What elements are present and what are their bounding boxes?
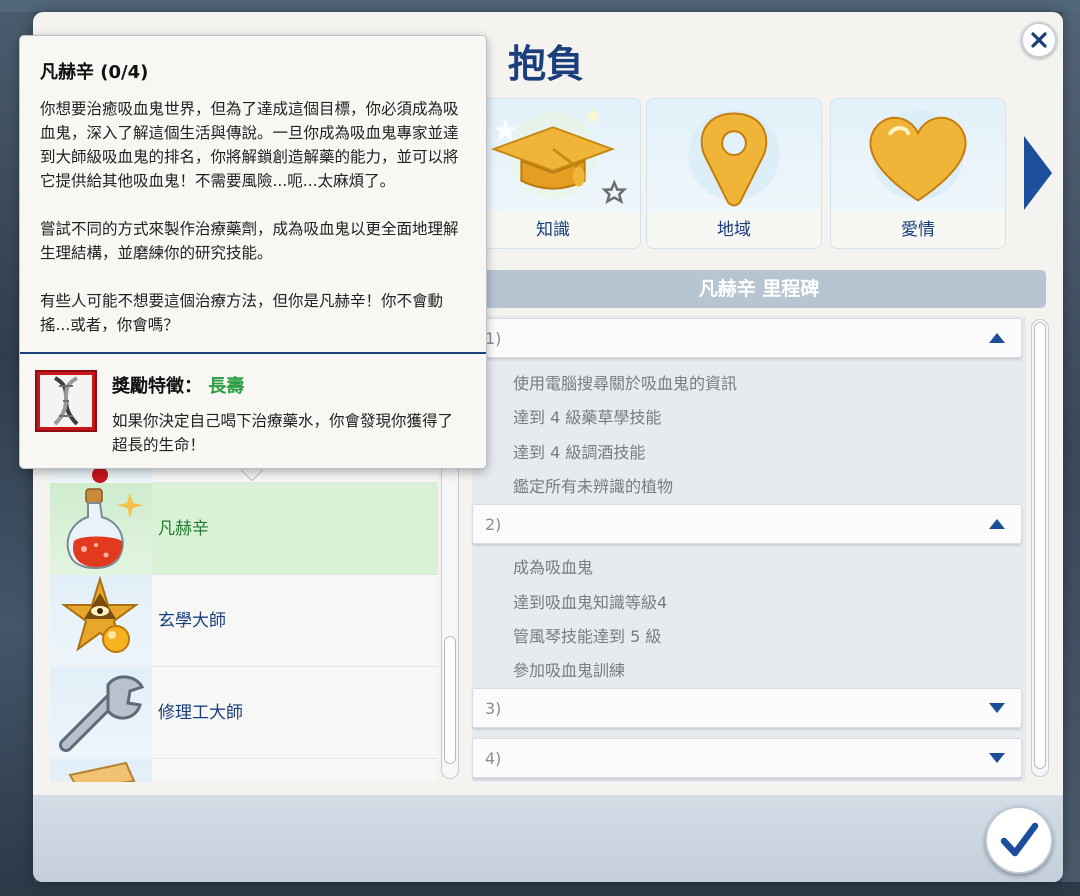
page-title: 抱負 (508, 42, 585, 86)
milestone-task: 參加吸血鬼訓練 (513, 661, 626, 680)
list-item-icon (50, 667, 152, 759)
list-item-label: 修理工大師 (158, 703, 243, 723)
aspiration-list: 凡赫辛 玄學大師 修理工大師 (50, 463, 438, 782)
list-item-label: 玄學大師 (158, 611, 226, 631)
milestone-task: 達到 4 級藥草學技能 (513, 408, 662, 427)
tooltip-description: 你想要治癒吸血鬼世界，但為了達成這個目標，你必須成為吸血鬼，深入了解這個生活與傳… (40, 97, 470, 361)
milestone-task: 鑑定所有未辨識的植物 (513, 477, 674, 496)
milestone-task: 使用電腦搜尋關於吸血鬼的資訊 (513, 374, 738, 393)
list-item[interactable]: 修理工大師 (50, 667, 438, 759)
milestone-scroll-thumb[interactable] (1034, 322, 1046, 769)
list-item[interactable] (50, 759, 438, 782)
list-item-icon (50, 575, 152, 667)
milestone-group-label: 4) (485, 749, 502, 768)
potion-icon (66, 488, 143, 569)
milestone-group-4[interactable]: 4) (472, 738, 1022, 778)
category-label: 愛情 (831, 212, 1005, 248)
aspiration-tooltip: 凡赫辛 (0/4) 你想要治癒吸血鬼世界，但為了達成這個目標，你必須成為吸血鬼，… (19, 35, 487, 469)
list-item-icon (50, 759, 152, 782)
tooltip-paragraph: 嘗試不同的方式來製作治療藥劑，成為吸血鬼以更全面地理解生理結構，並磨練你的研究技… (40, 220, 459, 262)
milestone-header: 凡赫辛 里程碑 (472, 270, 1046, 308)
milestone-group-3[interactable]: 3) (472, 688, 1022, 728)
list-item-icon (50, 483, 152, 575)
collapse-icon (989, 519, 1005, 529)
checkmark-icon (1000, 822, 1039, 857)
list-item-label: 凡赫辛 (158, 519, 209, 539)
reward-trait-prefix: 獎勵特徵： (112, 376, 202, 397)
dna-icon (40, 375, 92, 427)
reward-trait-description: 如果你決定自己喝下治療藥水，你會發現你獲得了超長的生命！ (112, 412, 454, 454)
collapse-icon (989, 333, 1005, 343)
milestone-group-label: 1) (485, 329, 502, 348)
list-item[interactable]: 玄學大師 (50, 575, 438, 667)
tooltip-divider (20, 352, 486, 354)
milestone-group-1[interactable]: 1) (472, 318, 1022, 358)
list-scroll-thumb[interactable] (444, 636, 456, 764)
milestone-task: 管風琴技能達到 5 級 (513, 627, 662, 646)
expand-icon (989, 703, 1005, 713)
category-tile-location[interactable]: 地域 (646, 98, 822, 249)
wrench-icon (59, 675, 145, 752)
dialog-footer (33, 795, 1063, 882)
graduation-cap-icon (490, 107, 628, 205)
category-tile-love[interactable]: 愛情 (830, 98, 1006, 249)
close-button[interactable] (1021, 22, 1057, 58)
expand-icon (989, 753, 1005, 763)
reward-trait-icon (35, 370, 97, 432)
milestone-task: 達到 4 級調酒技能 (513, 443, 646, 462)
reward-trait-label: 獎勵特徵： 長壽 (112, 372, 244, 398)
category-label: 知識 (466, 212, 640, 248)
milestone-group-2[interactable]: 2) (472, 504, 1022, 544)
aspiration-icon (68, 761, 136, 782)
milestone-group-label: 3) (485, 699, 502, 718)
list-item[interactable]: 凡赫辛 (50, 483, 438, 575)
confirm-button[interactable] (985, 806, 1053, 874)
background-right (1062, 0, 1080, 896)
tooltip-paragraph: 有些人可能不想要這個治療方法，但你是凡赫辛！你不會動搖...或者，你會嗎？ (40, 292, 444, 334)
milestone-group-label: 2) (485, 515, 502, 534)
milestone-task: 成為吸血鬼 (513, 558, 594, 577)
next-category-arrow[interactable] (1018, 132, 1056, 214)
background-top (0, 0, 1080, 12)
category-tile-knowledge[interactable]: 知識 (465, 98, 641, 249)
tooltip-title: 凡赫辛 (0/4) (40, 62, 149, 83)
reward-trait-value: 長壽 (208, 376, 245, 397)
background-bottom (0, 882, 1080, 896)
heart-icon (869, 109, 967, 202)
close-icon (1031, 32, 1047, 48)
occult-eye-icon (60, 575, 140, 653)
category-label: 地域 (647, 212, 821, 248)
tooltip-paragraph: 你想要治癒吸血鬼世界，但為了達成這個目標，你必須成為吸血鬼，深入了解這個生活與傳… (40, 100, 459, 190)
map-pin-icon (688, 109, 780, 207)
milestone-task: 達到吸血鬼知識等級4 (513, 593, 668, 612)
